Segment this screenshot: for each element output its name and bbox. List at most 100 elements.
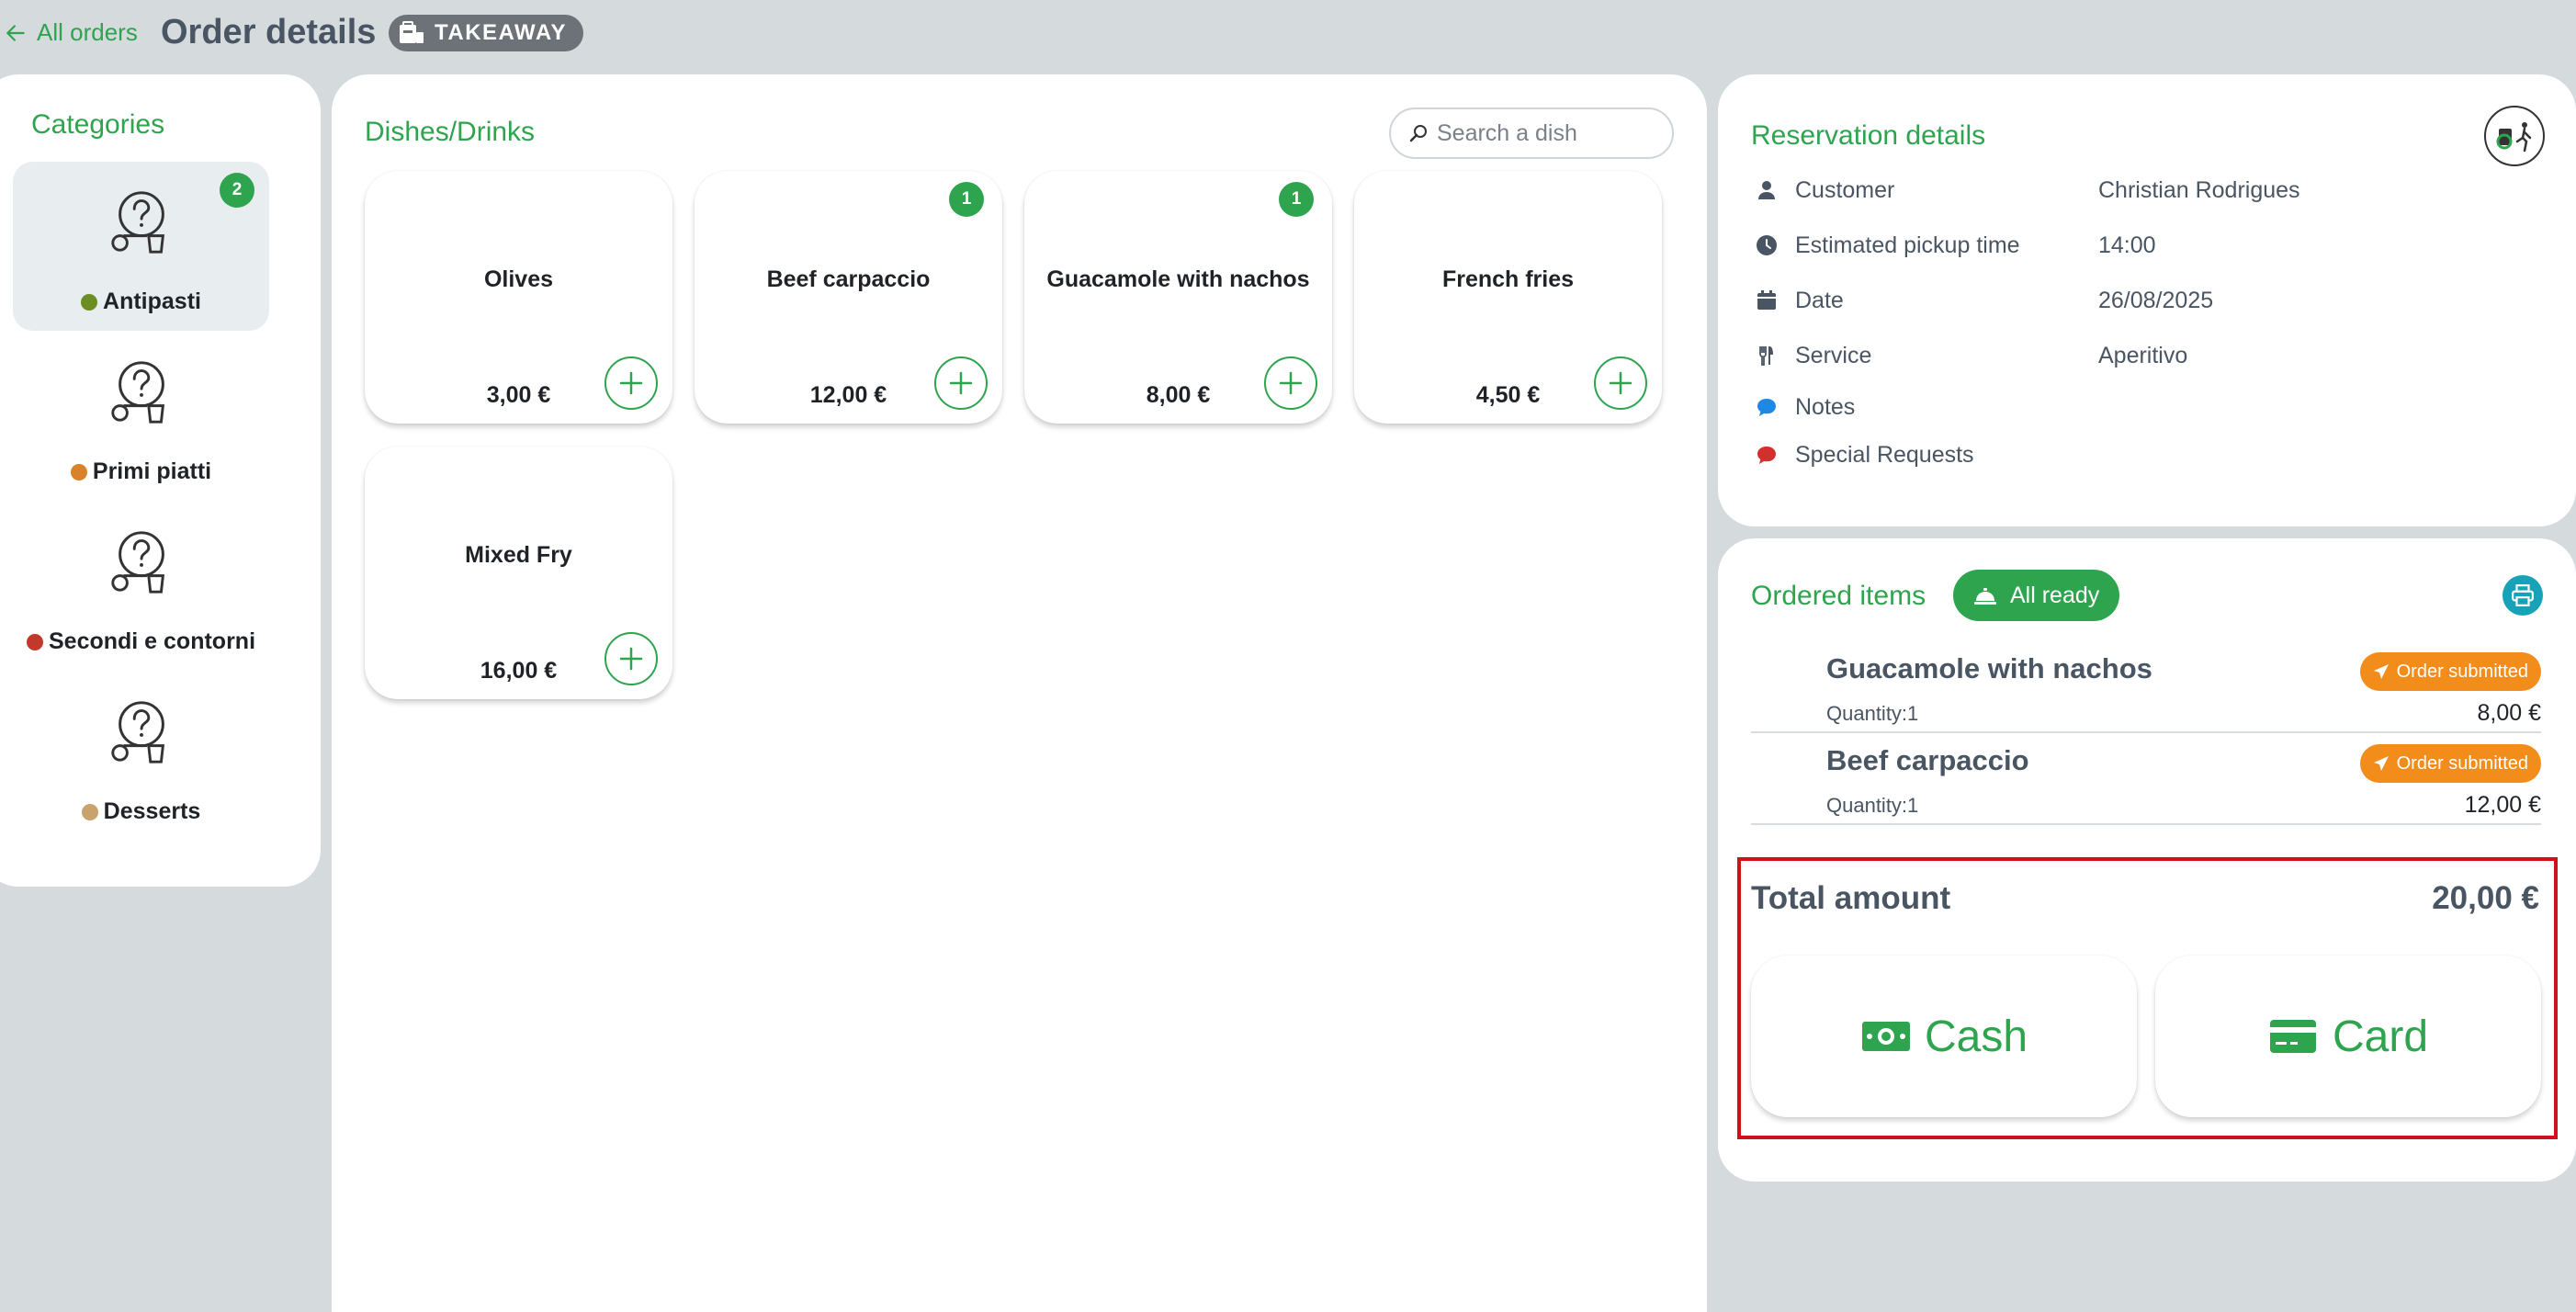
cash-icon (1861, 1022, 1910, 1051)
add-dish-button[interactable] (1594, 356, 1647, 410)
pasta-emoji-icon (70, 463, 87, 481)
utensils-icon (1759, 346, 1773, 366)
ordered-item-name: Beef carpaccio (1826, 744, 2029, 776)
dish-card-guacamole[interactable]: 1 Guacamole with nachos 8,00 € (1024, 171, 1332, 424)
order-type-badge: TAKEAWAY (389, 15, 584, 51)
reservation-row-customer: Customer Christian Rodrigues (1755, 172, 2300, 209)
order-status-label: Order submitted (2396, 752, 2528, 774)
meat-emoji-icon (26, 633, 43, 650)
category-label: Primi piatti (92, 458, 212, 484)
paper-plane-icon (2373, 756, 2389, 771)
category-desserts[interactable]: Desserts (13, 672, 269, 841)
add-dish-button[interactable] (604, 356, 658, 410)
category-label: Desserts (103, 798, 201, 824)
cash-label: Cash (1924, 1012, 2028, 1061)
arrow-left-icon (6, 24, 25, 41)
reservation-row-pickup-time: Estimated pickup time 14:00 (1755, 227, 2156, 264)
reservation-row-service: Service Aperitivo (1755, 337, 2187, 374)
plus-icon (1279, 371, 1303, 395)
category-antipasti[interactable]: Antipasti 2 (13, 162, 269, 331)
reservation-label: Estimated pickup time (1795, 232, 2020, 258)
add-dish-button[interactable] (934, 356, 988, 410)
dessert-emoji-icon (81, 803, 98, 820)
unknown-dish-icon (110, 701, 164, 763)
reservation-label: Notes (1795, 393, 1856, 420)
reservation-label: Service (1795, 342, 1872, 368)
reservation-row-special-requests: Special Requests (1755, 436, 2098, 473)
category-count-badge: 2 (220, 173, 254, 208)
ordered-item-quantity: Quantity:1 (1826, 702, 1919, 725)
dish-name: French fries (1441, 266, 1575, 292)
reservation-value: 26/08/2025 (2098, 287, 2214, 313)
unknown-dish-icon (110, 191, 164, 254)
categories-title: Categories (31, 109, 165, 140)
dish-card-beef-carpaccio[interactable]: 1 Beef carpaccio 12,00 € (695, 171, 1002, 424)
print-button[interactable] (2503, 575, 2543, 616)
reservation-label: Date (1795, 287, 1844, 313)
dish-name: Guacamole with nachos (1046, 266, 1310, 292)
dishes-title: Dishes/Drinks (365, 117, 536, 147)
pay-card-button[interactable]: Card (2155, 956, 2541, 1117)
category-label: Antipasti (103, 288, 201, 314)
category-label: Secondi e contorni (48, 628, 256, 654)
takeaway-bag-icon (400, 21, 424, 43)
plus-icon (619, 647, 643, 671)
ordered-item-row: Beef carpaccio Quantity:1 Order submitte… (1751, 733, 2541, 825)
special-requests-bubble-icon (1757, 447, 1776, 464)
dish-search-box[interactable] (1389, 107, 1674, 159)
printer-icon (2512, 584, 2534, 606)
clock-icon (1757, 235, 1777, 255)
search-input[interactable] (1437, 119, 1666, 147)
dish-name: Olives (483, 266, 554, 292)
credit-card-icon (2269, 1020, 2316, 1053)
reservation-value: Christian Rodrigues (2098, 176, 2300, 203)
reservation-panel: Reservation details Customer Christian R… (1718, 74, 2576, 526)
category-primi-piatti[interactable]: Primi piatti (13, 332, 269, 501)
pay-cash-button[interactable]: Cash (1751, 956, 2137, 1117)
service-bell-icon (1974, 588, 1996, 605)
dish-card-olives[interactable]: Olives 3,00 € (365, 171, 672, 424)
reservation-label: Customer (1795, 176, 1895, 203)
ordered-items-title: Ordered items (1751, 581, 1926, 611)
back-to-orders-link[interactable]: All orders (4, 18, 138, 47)
page-title: Order details (161, 13, 377, 51)
notes-bubble-icon (1757, 399, 1776, 416)
total-amount-value: 20,00 € (2432, 880, 2539, 916)
unknown-dish-icon (110, 531, 164, 594)
ordered-item-name: Guacamole with nachos (1826, 652, 2152, 684)
dish-card-mixed-fry[interactable]: Mixed Fry 16,00 € (365, 447, 672, 699)
reservation-value: 14:00 (2098, 232, 2156, 258)
olive-emoji-icon (81, 293, 98, 311)
order-status-badge: Order submitted (2359, 744, 2541, 783)
back-label: All orders (37, 18, 138, 46)
reservation-row-date: Date 26/08/2025 (1755, 282, 2213, 319)
person-icon (1758, 181, 1775, 199)
ordered-item-price: 8,00 € (2477, 700, 2541, 726)
order-status-label: Order submitted (2396, 661, 2528, 682)
all-ready-label: All ready (2010, 582, 2100, 608)
plus-icon (1609, 371, 1633, 395)
total-amount-label: Total amount (1751, 880, 1951, 916)
categories-panel: Categories Antipasti 2 Primi piatti Seco… (0, 74, 321, 887)
add-dish-button[interactable] (604, 632, 658, 685)
plus-icon (619, 371, 643, 395)
dish-count-badge: 1 (949, 182, 984, 217)
paper-plane-icon (2373, 664, 2389, 679)
dish-card-french-fries[interactable]: French fries 4,50 € (1354, 171, 1662, 424)
takeaway-logo-icon (2484, 106, 2545, 166)
reservation-title: Reservation details (1751, 120, 1986, 151)
search-icon (1409, 125, 1427, 142)
all-ready-button[interactable]: All ready (1953, 570, 2120, 621)
order-type-label: TAKEAWAY (435, 20, 568, 45)
ordered-item-quantity: Quantity:1 (1826, 794, 1919, 817)
reservation-label: Special Requests (1795, 441, 1974, 468)
add-dish-button[interactable] (1264, 356, 1317, 410)
dish-name: Beef carpaccio (766, 266, 931, 292)
reservation-row-notes: Notes (1755, 389, 2098, 425)
calendar-icon (1757, 290, 1776, 310)
category-secondi-e-contorni[interactable]: Secondi e contorni (13, 502, 269, 671)
reservation-value: Aperitivo (2098, 342, 2188, 368)
ordered-item-row: Guacamole with nachos Quantity:1 Order s… (1751, 641, 2541, 733)
plus-icon (949, 371, 973, 395)
top-bar: All orders Order details TAKEAWAY (0, 0, 2576, 68)
